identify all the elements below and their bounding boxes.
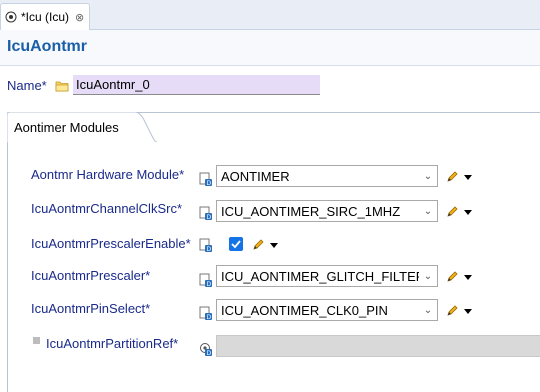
svg-text:D: D [207, 246, 212, 252]
prescaler-enable-label: IcuAontmrPrescalerEnable* [31, 236, 191, 251]
partition-ref-field[interactable] [216, 335, 540, 357]
svg-text:D: D [207, 350, 212, 356]
svg-text:D: D [207, 281, 212, 287]
dropdown-triangle-icon[interactable] [464, 275, 472, 280]
partition-ref-label: IcuAontmrPartitionRef* [46, 336, 179, 351]
disabled-bullet-icon [33, 337, 40, 344]
chevron-down-icon[interactable]: ⌄ [419, 171, 437, 182]
reference-icon: D [200, 343, 212, 356]
editor-tab-icu[interactable]: *Icu (Icu) ⊗ [0, 3, 90, 30]
parameter-db-icon: D [199, 273, 212, 287]
pin-select-value: ICU_AONTIMER_CLK0_PIN [221, 302, 388, 318]
check-icon [231, 240, 241, 249]
editor-tab-label: *Icu (Icu) [21, 10, 70, 24]
parameter-db-icon: D [199, 172, 212, 186]
config-file-icon [5, 11, 17, 23]
group-tab: Aontimer Modules [7, 112, 157, 142]
prescaler-value: ICU_AONTIMER_GLITCH_FILTER_2 [221, 268, 419, 284]
parameter-db-icon: D [199, 306, 212, 320]
pencil-icon[interactable] [446, 270, 459, 283]
editor-tab-bar: *Icu (Icu) ⊗ [0, 0, 540, 30]
prescaler-label: IcuAontmrPrescaler* [31, 268, 151, 283]
folder-icon[interactable] [55, 80, 69, 92]
name-field[interactable] [73, 75, 320, 95]
hardware-module-select[interactable]: AONTIMER ⌄ [216, 165, 438, 187]
dropdown-triangle-icon[interactable] [270, 243, 278, 248]
svg-text:D: D [207, 214, 212, 220]
channel-clk-src-label: IcuAontmrChannelClkSrc* [31, 201, 183, 216]
chevron-down-icon[interactable]: ⌄ [419, 271, 437, 282]
chevron-down-icon[interactable]: ⌄ [419, 206, 437, 217]
hardware-module-label: Aontmr Hardware Module* [31, 167, 185, 182]
section-header: IcuAontmr [0, 30, 540, 66]
channel-clk-src-select[interactable]: ICU_AONTIMER_SIRC_1MHZ ⌄ [216, 200, 438, 222]
dropdown-triangle-icon[interactable] [464, 210, 472, 215]
svg-text:D: D [207, 180, 212, 186]
pin-select-select[interactable]: ICU_AONTIMER_CLK0_PIN ⌄ [216, 299, 438, 321]
channel-clk-src-value: ICU_AONTIMER_SIRC_1MHZ [221, 203, 401, 219]
group-title: Aontimer Modules [14, 120, 119, 135]
dropdown-triangle-icon[interactable] [464, 175, 472, 180]
pencil-icon[interactable] [252, 238, 265, 251]
chevron-down-icon[interactable]: ⌄ [419, 305, 437, 316]
prescaler-enable-checkbox[interactable] [229, 237, 243, 251]
pencil-icon[interactable] [446, 170, 459, 183]
svg-text:D: D [207, 314, 212, 320]
dropdown-triangle-icon[interactable] [464, 309, 472, 314]
parameter-db-icon: D [199, 206, 212, 220]
pencil-icon[interactable] [446, 205, 459, 218]
prescaler-select[interactable]: ICU_AONTIMER_GLITCH_FILTER_2 ⌄ [216, 265, 438, 287]
name-label: Name* [7, 78, 47, 93]
page-title: IcuAontmr [7, 38, 87, 55]
close-icon[interactable]: ⊗ [75, 11, 84, 24]
pin-select-label: IcuAontmrPinSelect* [31, 301, 151, 316]
parameter-db-icon: D [199, 238, 212, 252]
hardware-module-value: AONTIMER [221, 168, 290, 184]
pencil-icon[interactable] [446, 304, 459, 317]
